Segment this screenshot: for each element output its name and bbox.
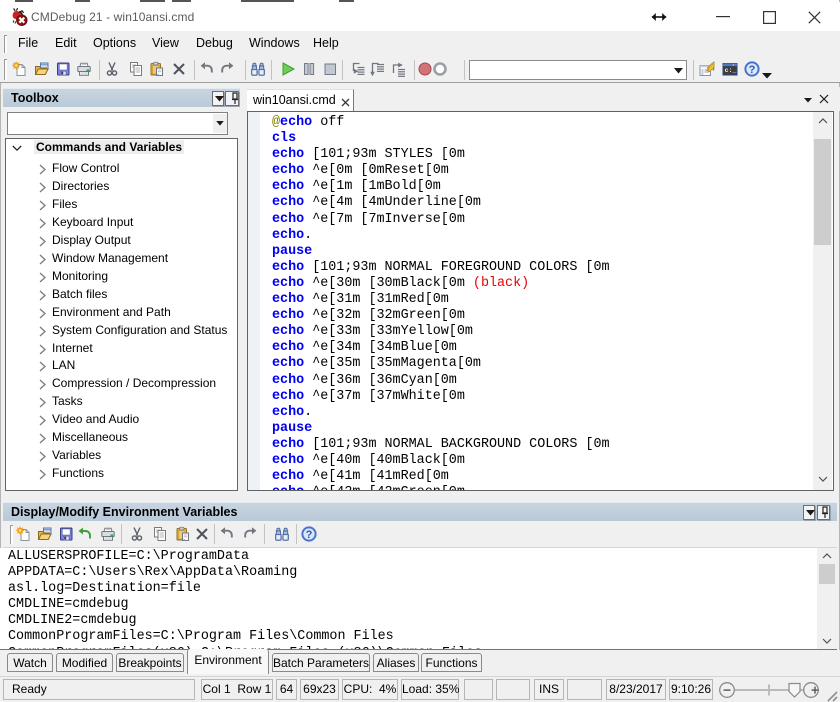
svg-text:?: ? bbox=[749, 64, 756, 76]
svg-text:c:_: c:_ bbox=[725, 67, 737, 74]
svg-text:?: ? bbox=[306, 529, 313, 541]
